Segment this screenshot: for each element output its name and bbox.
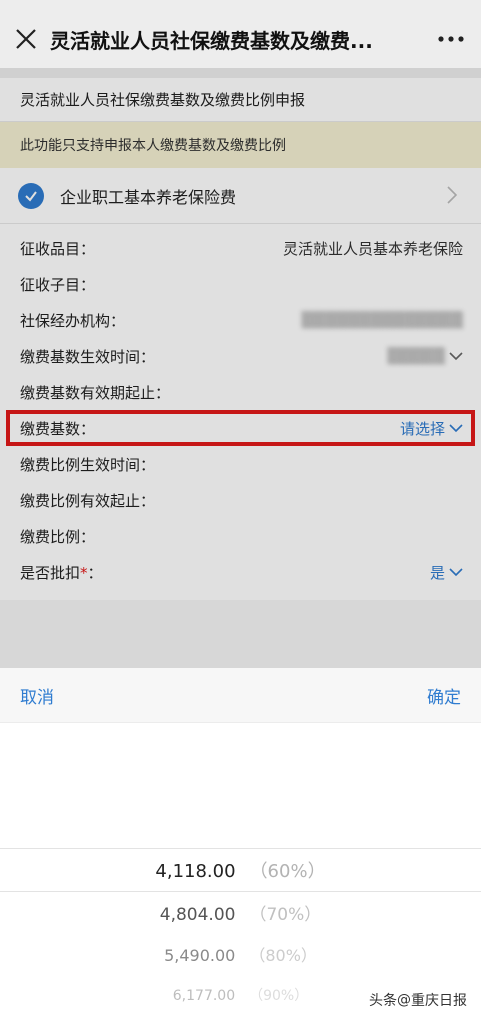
- declaration-form: 征收品目： 灵活就业人员基本养老保险 征收子目： 社保经办机构： ▒▒▒▒▒▒▒…: [0, 224, 481, 600]
- insurance-item[interactable]: 企业职工基本养老保险费: [0, 168, 481, 224]
- field-auto-deduct[interactable]: 是否批扣*： 是: [0, 554, 481, 590]
- insurance-item-label: 企业职工基本养老保险费: [60, 187, 237, 207]
- required-mark: *: [80, 563, 88, 582]
- field-label: 缴费比例：: [20, 527, 96, 546]
- close-icon[interactable]: [2, 15, 50, 63]
- base-picker-wheel[interactable]: 4,118.00 （60%） 4,804.00 （70%） 5,490.00 （80%…: [0, 722, 481, 1020]
- option-percent: （60%）: [249, 861, 326, 882]
- chevron-down-icon: [449, 568, 463, 577]
- option-amount: 6,177.00: [172, 988, 236, 1004]
- option-amount: 4,118.00: [155, 861, 236, 882]
- watermark-prefix: 头条: [369, 993, 397, 1009]
- field-label: 缴费基数有效期起止：: [20, 383, 171, 402]
- picker-header: 取消 确定: [0, 668, 481, 723]
- top-nav-bar: 灵活就业人员社保缴费基数及缴费...: [0, 0, 481, 78]
- confirm-button[interactable]: 确定: [427, 683, 461, 708]
- redacted-value: ▒▒▒▒▒: [387, 347, 445, 365]
- page-content: 灵活就业人员社保缴费基数及缴费比例申报 此功能只支持申报本人缴费基数及缴费比例 …: [0, 78, 481, 668]
- auto-deduct-label: 是否批扣: [20, 563, 81, 582]
- field-label: 缴费基数生效时间：: [20, 347, 156, 366]
- watermark-name: 重庆日报: [411, 993, 467, 1009]
- field-label: 缴费比例有效起止：: [20, 491, 156, 510]
- option-percent: （80%）: [249, 946, 317, 965]
- select-placeholder[interactable]: 请选择: [400, 418, 445, 439]
- field-social-security-agency: 社保经办机构： ▒▒▒▒▒▒▒▒▒▒▒▒▒▒: [0, 302, 481, 338]
- chevron-right-icon: [447, 186, 458, 208]
- cancel-button[interactable]: 取消: [20, 683, 54, 708]
- picker-option[interactable]: 4,118.00 （60%）: [0, 857, 481, 883]
- field-base-effective-time[interactable]: 缴费基数生效时间： ▒▒▒▒▒: [0, 338, 481, 374]
- auto-deduct-select[interactable]: 是: [430, 562, 463, 583]
- option-amount: 5,490.00: [164, 946, 236, 965]
- watermark: 头条 @ 重庆日报: [369, 990, 467, 1010]
- watermark-at: @: [397, 992, 411, 1008]
- redacted-value: ▒▒▒▒▒▒▒▒▒▒▒▒▒▒: [301, 311, 464, 329]
- option-percent: （90%）: [249, 988, 309, 1004]
- checkmark-icon[interactable]: [18, 182, 44, 209]
- field-label: 征收子目：: [20, 275, 96, 294]
- field-label: 缴费基数：: [20, 419, 96, 438]
- field-label: 是否批扣*：: [20, 562, 103, 583]
- picker-sheet: 取消 确定 4,118.00 （60%） 4,804.00 （70%） 5,490.…: [0, 668, 481, 1020]
- picker-option[interactable]: 4,804.00 （70%）: [0, 900, 481, 925]
- more-options-icon[interactable]: [421, 35, 481, 43]
- picker-option[interactable]: 5,490.00 （80%）: [0, 942, 481, 966]
- field-base-validity-period: 缴费基数有效期起止：: [0, 374, 481, 410]
- field-contribution-rate: 缴费比例：: [0, 518, 481, 554]
- field-label: 缴费比例生效时间：: [20, 455, 156, 474]
- window-title: 灵活就业人员社保缴费基数及缴费...: [50, 28, 373, 53]
- field-collection-item: 征收品目： 灵活就业人员基本养老保险: [0, 230, 481, 266]
- auto-deduct-value[interactable]: 是: [430, 562, 445, 583]
- label-suffix: ：: [87, 563, 103, 582]
- field-value[interactable]: ▒▒▒▒▒: [387, 347, 463, 365]
- field-label: 社保经办机构：: [20, 311, 126, 330]
- field-rate-validity-period: 缴费比例有效起止：: [0, 482, 481, 518]
- field-contribution-base[interactable]: 缴费基数： 请选择: [6, 410, 475, 446]
- field-label: 征收品目：: [20, 239, 96, 258]
- base-select-trigger[interactable]: 请选择: [400, 418, 463, 439]
- field-collection-subitem: 征收子目：: [0, 266, 481, 302]
- option-percent: （70%）: [249, 905, 322, 925]
- field-value: 灵活就业人员基本养老保险: [282, 239, 463, 258]
- field-rate-effective-time: 缴费比例生效时间：: [0, 446, 481, 482]
- page-header: 灵活就业人员社保缴费基数及缴费比例申报: [0, 78, 481, 122]
- option-amount: 4,804.00: [159, 905, 236, 925]
- chevron-down-icon: [449, 424, 463, 433]
- notice-banner: 此功能只支持申报本人缴费基数及缴费比例: [0, 122, 481, 168]
- chevron-down-icon: [449, 352, 463, 361]
